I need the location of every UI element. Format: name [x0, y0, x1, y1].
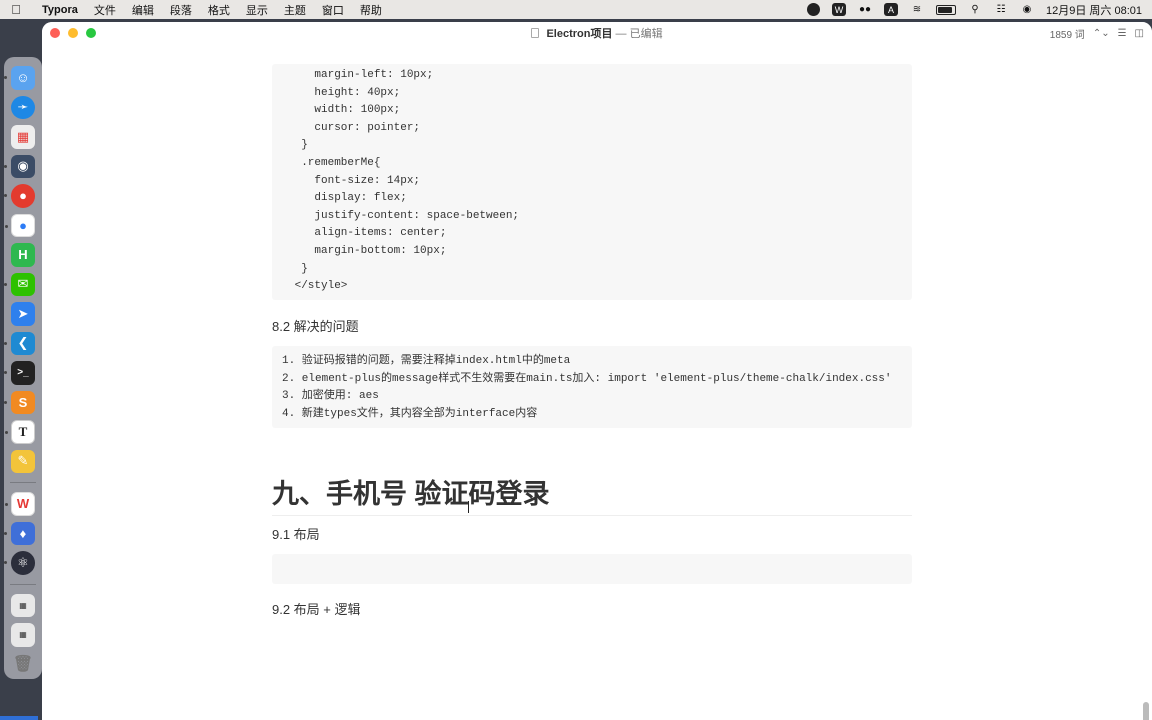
dock-document-1-icon[interactable]: ▦	[11, 593, 35, 618]
close-window-button[interactable]	[50, 28, 60, 38]
menu-file[interactable]: 文件	[86, 2, 124, 18]
dock-feishu-icon[interactable]: ➤	[11, 302, 35, 326]
dock: ☺ ➛ ▦ ◉ ● ● H ✉ ➤ ❮ >_ S T ✎ W ♦ ⚛ ▦ ▦ 🗑	[4, 57, 42, 679]
typora-window: Electron项目 — 已编辑 1859 词 ⌃⌄ ☰ ◫ margin-le…	[42, 22, 1152, 720]
menu-bar:  Typora 文件 编辑 段落 格式 显示 主题 窗口 帮助 W ●● A …	[0, 0, 1152, 19]
code-line: margin-left: 10px;	[288, 69, 434, 81]
code-line: 2. element-plus的message样式不生效需要在main.ts加入…	[282, 372, 892, 385]
dock-trash-icon[interactable]: 🗑	[11, 653, 35, 677]
heading-9-1: 9.1 布局	[272, 527, 320, 542]
dock-wps-icon[interactable]: W	[5, 492, 35, 516]
code-line: cursor: pointer;	[288, 121, 421, 134]
menu-paragraph[interactable]: 段落	[162, 2, 200, 18]
dock-electron-icon[interactable]: ⚛	[4, 551, 35, 575]
dock-document-2-icon[interactable]: ▦	[11, 623, 35, 647]
outline-list-icon[interactable]: ☰	[1118, 28, 1127, 39]
taskbar-highlight	[0, 716, 38, 720]
dock-hbuilder-icon[interactable]: H	[11, 243, 35, 267]
dock-sublime-text-icon[interactable]: S	[4, 390, 35, 415]
window-titlebar: Electron项目 — 已编辑 1859 词 ⌃⌄ ☰ ◫	[42, 22, 1152, 44]
code-line: }	[288, 139, 308, 152]
window-title: Electron项目 — 已编辑	[42, 25, 1152, 41]
code-line: font-size: 14px;	[288, 174, 421, 187]
traffic-lights	[42, 28, 96, 38]
code-line: display: flex;	[288, 192, 407, 205]
menu-clock[interactable]: 12月9日 周六 08:01	[1046, 2, 1142, 18]
document-name: Electron项目	[546, 28, 613, 40]
menu-window[interactable]: 窗口	[314, 2, 352, 18]
record-status-icon[interactable]	[807, 3, 820, 16]
dock-color-picker-icon[interactable]: ✎	[11, 449, 35, 474]
apple-menu-icon[interactable]: 	[0, 2, 32, 17]
dock-separator	[10, 482, 36, 484]
code-block-issues[interactable]: 1. 验证码报错的问题，需要注释掉index.html中的meta 2. ele…	[272, 346, 912, 428]
heading-8-2: 8.2 解决的问题	[272, 319, 359, 334]
sidebar-toggle-icon[interactable]: ◫	[1135, 28, 1144, 39]
dock-chrome-icon[interactable]: ●	[4, 184, 35, 208]
code-line: 1. 验证码报错的问题，需要注释掉index.html中的meta	[282, 355, 571, 367]
menu-app-name[interactable]: Typora	[32, 4, 86, 16]
code-line: margin-bottom: 10px;	[288, 244, 447, 257]
code-line: </style>	[288, 280, 348, 293]
dock-vscode-icon[interactable]: ❮	[4, 331, 35, 356]
heading-chapter-9: 九、手机号 验证码登录	[272, 472, 912, 516]
dock-baidu-netdisk-icon[interactable]: ●	[5, 213, 35, 238]
vertical-scrollbar[interactable]	[1143, 702, 1149, 720]
menu-help[interactable]: 帮助	[352, 2, 390, 18]
code-line: height: 40px;	[288, 86, 401, 99]
battery-icon[interactable]	[936, 4, 956, 15]
control-center-icon[interactable]: ☷	[994, 4, 1008, 16]
dock-wechat-icon[interactable]: ✉	[4, 272, 35, 297]
dock-finder-icon[interactable]: ☺	[4, 66, 35, 90]
menu-theme[interactable]: 主题	[276, 2, 314, 18]
heading-9-2: 9.2 布局 + 逻辑	[272, 602, 361, 617]
word-count[interactable]: 1859 词	[1050, 26, 1085, 41]
siri-icon[interactable]: ◉	[1020, 4, 1034, 16]
document-icon	[531, 28, 540, 38]
wifi-icon[interactable]: ≋	[910, 4, 924, 16]
titlebar-tools: 1859 词 ⌃⌄ ☰ ◫	[1050, 26, 1152, 41]
text-cursor-icon	[468, 501, 470, 513]
editor-content[interactable]: margin-left: 10px; height: 40px; width: …	[42, 44, 1152, 720]
status-area: W ●● A ≋ ⚲ ☷ ◉ 12月9日 周六 08:01	[807, 2, 1152, 18]
word-count-toggle-icon[interactable]: ⌃⌄	[1093, 28, 1110, 39]
code-line: 3. 加密使用: aes	[282, 390, 379, 403]
edited-status: 已编辑	[629, 28, 663, 40]
menu-edit[interactable]: 编辑	[124, 2, 162, 18]
dock-safari-icon[interactable]: ➛	[11, 95, 35, 119]
dock-screen-recorder-icon[interactable]: ◉	[4, 154, 35, 178]
title-separator: —	[615, 28, 627, 40]
dock-typora-icon[interactable]: T	[5, 420, 35, 444]
code-line: align-items: center;	[288, 227, 447, 240]
spotlight-search-icon[interactable]: ⚲	[968, 4, 982, 16]
zoom-window-button[interactable]	[86, 28, 96, 38]
input-method-icon[interactable]: A	[884, 3, 898, 16]
code-line: justify-content: space-between;	[288, 209, 520, 222]
code-line: width: 100px;	[288, 104, 401, 117]
dock-launchpad-icon[interactable]: ▦	[11, 125, 35, 149]
minimize-window-button[interactable]	[68, 28, 78, 38]
code-line: }	[288, 262, 308, 275]
baidu-netdisk-status-icon[interactable]: ●●	[858, 4, 872, 16]
code-line: .rememberMe{	[288, 156, 381, 169]
code-line: 4. 新建types文件，其内容全部为interface内容	[282, 407, 538, 420]
menu-view[interactable]: 显示	[238, 2, 276, 18]
code-block-empty[interactable]	[272, 554, 912, 584]
dock-clash-icon[interactable]: ♦	[4, 521, 35, 546]
wps-status-icon[interactable]: W	[832, 3, 846, 16]
code-block-css[interactable]: margin-left: 10px; height: 40px; width: …	[272, 64, 912, 300]
menu-format[interactable]: 格式	[200, 2, 238, 18]
dock-terminal-icon[interactable]: >_	[4, 361, 35, 385]
dock-separator	[10, 583, 36, 585]
